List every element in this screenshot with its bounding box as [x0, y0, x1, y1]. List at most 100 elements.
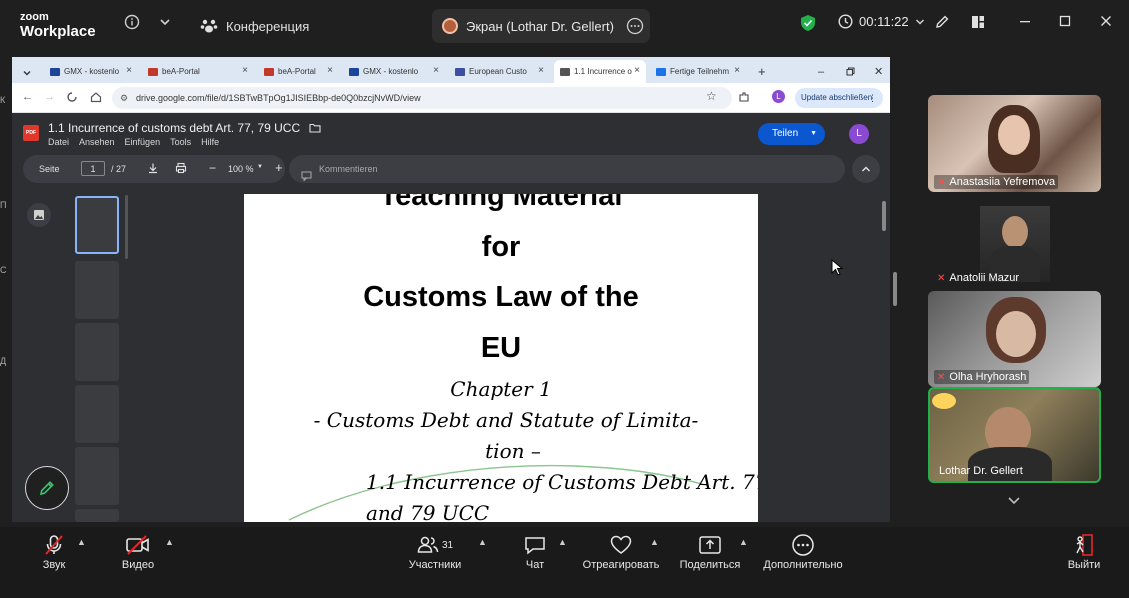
- print-icon[interactable]: [175, 162, 187, 176]
- participant-tile[interactable]: ✕ Anatolii Mazur: [928, 200, 1101, 288]
- share-scrollbar[interactable]: [893, 272, 897, 306]
- comment-bar[interactable]: Kommentieren: [289, 155, 845, 183]
- browser-tab[interactable]: GMX - kostenlo ×: [343, 60, 445, 83]
- screen-share-tab[interactable]: Экран (Lothar Dr. Gellert): [432, 9, 650, 43]
- bookmark-star-icon[interactable]: ☆: [706, 89, 717, 103]
- participants-options-caret-icon[interactable]: ▲: [478, 537, 487, 547]
- video-button[interactable]: Видео: [118, 531, 158, 571]
- annotation-pen-button[interactable]: [25, 466, 69, 510]
- page-label: Seite: [39, 164, 60, 174]
- tab-close-icon[interactable]: ×: [433, 65, 439, 76]
- page-thumbnail-active[interactable]: [75, 196, 119, 254]
- page-thumbnail[interactable]: [75, 385, 119, 443]
- menu-einfuegen[interactable]: Einfügen: [125, 137, 161, 147]
- leave-button[interactable]: Выйти: [1064, 531, 1104, 571]
- participant-face: [996, 311, 1036, 357]
- download-icon[interactable]: [147, 162, 159, 176]
- update-button[interactable]: Update abschließen ⋮: [795, 88, 883, 108]
- document-title[interactable]: 1.1 Incurrence of customs debt Art. 77, …: [48, 121, 322, 135]
- browser-tab[interactable]: European Custo ×: [449, 60, 550, 83]
- update-button-label: Update abschließen: [801, 93, 873, 102]
- participant-name-tag: ✕ Anastasiia Yefremova: [934, 175, 1059, 189]
- view-layout-icon[interactable]: [968, 14, 988, 34]
- react-options-caret-icon[interactable]: ▲: [650, 537, 659, 547]
- audio-options-caret-icon[interactable]: ▲: [77, 537, 86, 547]
- share-button[interactable]: Teilen ▼: [758, 123, 825, 145]
- chat-button[interactable]: Чат: [520, 531, 550, 571]
- pdf-page-toolbar: Seite 1 / 27 − 100 % ▼ +: [23, 155, 285, 183]
- browser-tab[interactable]: beA-Portal ×: [258, 60, 339, 83]
- participants-button[interactable]: 31 Участники: [406, 531, 464, 571]
- collapse-toolbar-button[interactable]: [852, 155, 880, 183]
- site-info-icon[interactable]: ⚙: [120, 87, 128, 109]
- tab-close-icon[interactable]: ×: [538, 65, 544, 76]
- tab-close-icon[interactable]: ×: [734, 65, 740, 76]
- loading-spinner-icon[interactable]: [66, 90, 78, 108]
- chat-options-caret-icon[interactable]: ▲: [558, 537, 567, 547]
- page-thumbnail[interactable]: [75, 323, 119, 381]
- participant-tile[interactable]: ✕ Anastasiia Yefremova: [928, 95, 1101, 192]
- tab-close-icon[interactable]: ×: [126, 65, 132, 76]
- maximize-icon[interactable]: [1055, 14, 1075, 34]
- profile-avatar[interactable]: L: [772, 90, 785, 103]
- info-icon[interactable]: [122, 14, 142, 34]
- zoom-in-icon[interactable]: +: [275, 160, 283, 175]
- chevron-down-icon[interactable]: [155, 14, 175, 34]
- back-arrow-icon[interactable]: ←: [22, 91, 33, 103]
- zoom-out-icon[interactable]: −: [209, 161, 216, 175]
- participant-name-tag: ✕ Olha Hryhorash: [934, 370, 1030, 384]
- menu-hilfe[interactable]: Hilfe: [201, 137, 219, 147]
- tab-close-icon[interactable]: ×: [327, 65, 333, 76]
- extensions-icon[interactable]: [738, 90, 750, 108]
- kebab-menu-icon: ⋮: [868, 93, 877, 103]
- tab-close-icon[interactable]: ×: [242, 65, 248, 76]
- participant-tile-active-speaker[interactable]: Lothar Dr. Gellert: [928, 387, 1101, 483]
- thumbnail-scrollbar[interactable]: [125, 195, 128, 259]
- brand-top: zoom: [20, 11, 49, 23]
- meeting-timer[interactable]: 00:11:22: [838, 14, 925, 29]
- participant-tile[interactable]: ✕ Olha Hryhorash: [928, 291, 1101, 387]
- video-options-caret-icon[interactable]: ▲: [165, 537, 174, 547]
- new-tab-button[interactable]: +: [752, 60, 766, 83]
- menu-ansehen[interactable]: Ansehen: [79, 137, 115, 147]
- close-icon[interactable]: [1096, 14, 1116, 34]
- comment-icon: [301, 164, 312, 192]
- tab-close-icon[interactable]: ×: [634, 65, 640, 76]
- browser-restore-icon[interactable]: [840, 60, 855, 83]
- url-input[interactable]: ⚙ drive.google.com/file/d/1SBTwBTpOg1JIS…: [112, 87, 732, 109]
- more-button[interactable]: Дополнительно: [760, 531, 846, 571]
- page-scrollbar[interactable]: [882, 201, 886, 231]
- page-thumbnail[interactable]: [75, 509, 119, 522]
- page-number-input[interactable]: 1: [81, 161, 105, 176]
- home-icon[interactable]: [90, 90, 102, 108]
- mic-muted-icon: ✕: [937, 272, 946, 284]
- image-tool-icon[interactable]: [27, 203, 51, 227]
- forward-arrow-icon[interactable]: →: [44, 91, 55, 103]
- security-shield-icon[interactable]: [798, 14, 818, 34]
- tab-search-dropdown-icon[interactable]: [16, 61, 38, 84]
- more-options-icon[interactable]: [626, 17, 644, 38]
- menu-datei[interactable]: Datei: [48, 137, 69, 147]
- page-thumbnail[interactable]: [75, 261, 119, 319]
- browser-tab[interactable]: beA-Portal ×: [142, 60, 254, 83]
- zoom-level[interactable]: 100 %: [228, 164, 254, 174]
- browser-tab-label: Fertige Teilnehm: [670, 67, 729, 76]
- menu-tools[interactable]: Tools: [170, 137, 191, 147]
- zoom-dropdown-icon[interactable]: ▼: [257, 164, 263, 170]
- minimize-icon[interactable]: [1015, 14, 1035, 34]
- user-avatar[interactable]: L: [849, 124, 869, 144]
- browser-tab[interactable]: 1.1 Incurrence o ×: [554, 60, 646, 83]
- meeting-tab[interactable]: Конференция: [200, 10, 309, 42]
- page-thumbnail[interactable]: [75, 447, 119, 505]
- browser-minimize-icon[interactable]: –: [812, 60, 824, 83]
- browser-close-icon[interactable]: ✕: [868, 60, 883, 83]
- share-options-caret-icon[interactable]: ▲: [739, 537, 748, 547]
- annotate-pencil-icon[interactable]: [932, 14, 952, 34]
- gallery-scroll-down-icon[interactable]: [1007, 492, 1021, 510]
- browser-tab-strip: GMX - kostenlo × beA-Portal × beA-Portal × GMX…: [12, 57, 890, 83]
- browser-tab[interactable]: Fertige Teilnehm ×: [650, 60, 746, 83]
- share-screen-button[interactable]: Поделиться: [678, 531, 742, 571]
- audio-button[interactable]: Звук: [36, 531, 72, 571]
- move-folder-icon[interactable]: [309, 123, 322, 133]
- browser-tab[interactable]: GMX - kostenlo ×: [44, 60, 138, 83]
